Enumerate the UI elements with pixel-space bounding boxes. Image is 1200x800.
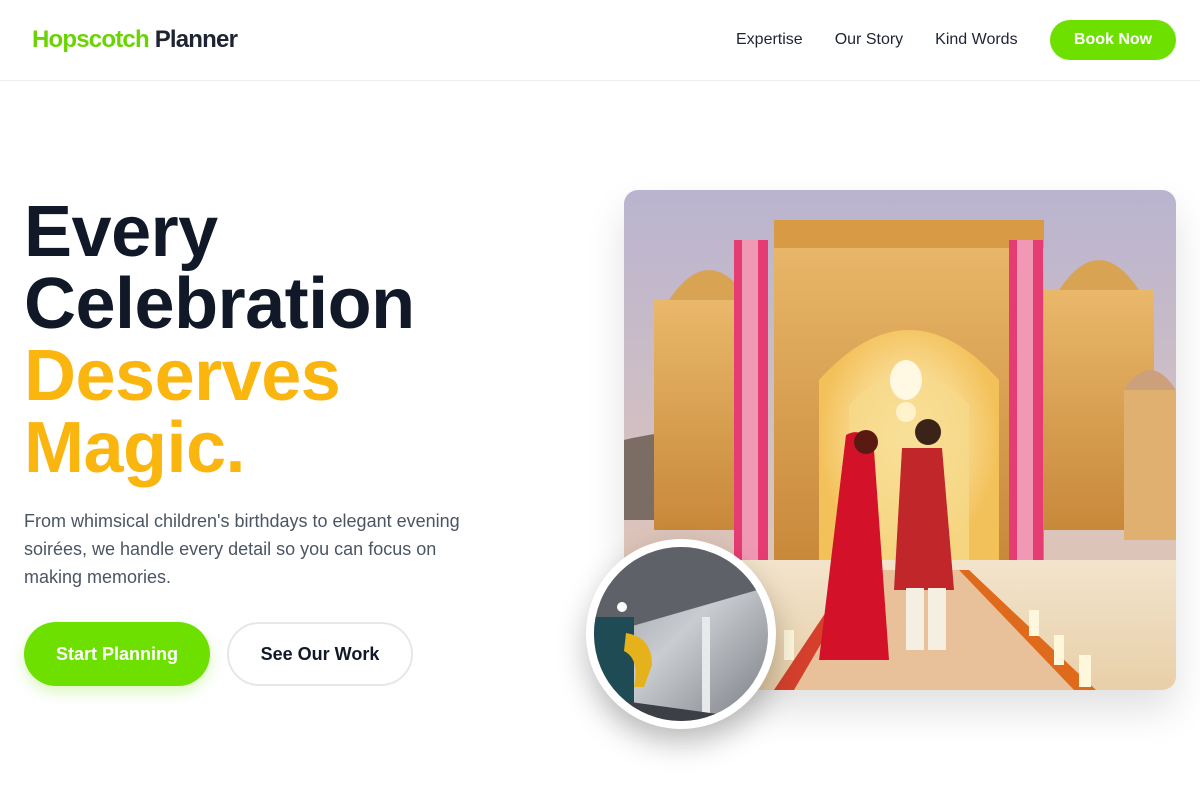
- nav-link-kind-words[interactable]: Kind Words: [935, 30, 1017, 50]
- hero-lead-text: From whimsical children's birthdays to e…: [24, 511, 460, 587]
- nav-link-expertise[interactable]: Expertise: [736, 30, 803, 50]
- hero-headline: Every Celebration Deserves Magic.: [24, 196, 415, 484]
- circle-venue-image: [586, 539, 776, 729]
- logo-word-planner: Planner: [154, 26, 238, 53]
- headline-line-deserves: Deserves: [24, 336, 341, 416]
- headline-line-magic: Magic.: [24, 408, 246, 488]
- nav-link-our-story[interactable]: Our Story: [835, 30, 903, 50]
- logo-word-hopscotch: Hopscotch: [32, 26, 150, 53]
- logo[interactable]: Hopscotch Planner: [32, 26, 238, 54]
- venue-interior-illustration: [594, 547, 768, 721]
- site-header: Hopscotch Planner Expertise Our Story Ki…: [0, 0, 1200, 81]
- see-our-work-button[interactable]: See Our Work: [227, 622, 413, 686]
- headline-line-every: Every: [24, 192, 218, 272]
- main-nav: Expertise Our Story Kind Words: [736, 30, 1018, 50]
- start-planning-button[interactable]: Start Planning: [24, 622, 210, 686]
- headline-line-celebration: Celebration: [24, 264, 415, 344]
- book-now-button[interactable]: Book Now: [1050, 20, 1176, 60]
